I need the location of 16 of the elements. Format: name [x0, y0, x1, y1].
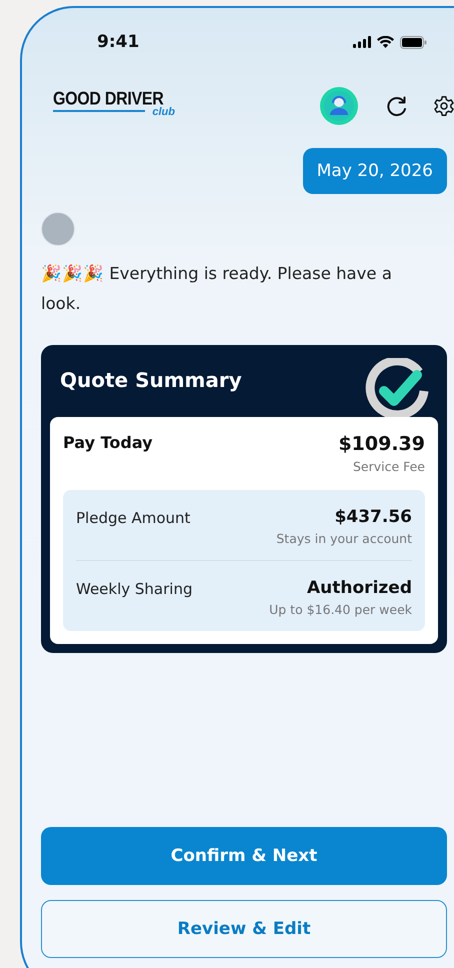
confirm-button[interactable]: Confirm & Next	[41, 827, 447, 885]
chat-message: 🎉🎉🎉 Everything is ready. Please have a look.	[41, 263, 393, 315]
detail-value: $437.56	[334, 507, 412, 527]
logo-subtitle: club	[152, 106, 175, 118]
detail-label: Weekly Sharing	[76, 580, 192, 598]
status-time: 9:41	[97, 32, 140, 52]
card-title: Quote Summary	[60, 368, 242, 392]
pay-today-amount: $109.39	[338, 433, 425, 455]
detail-label: Pledge Amount	[76, 509, 190, 527]
detail-note: Up to $16.40 per week	[269, 602, 412, 617]
pay-today-label: Pay Today	[63, 433, 153, 452]
detail-note: Stays in your account	[276, 531, 412, 546]
date-bubble: May 20, 2026	[302, 148, 447, 194]
pay-today-note: Service Fee	[352, 459, 425, 474]
review-button[interactable]: Review & Edit	[41, 900, 447, 958]
detail-value: Authorized	[307, 578, 412, 598]
